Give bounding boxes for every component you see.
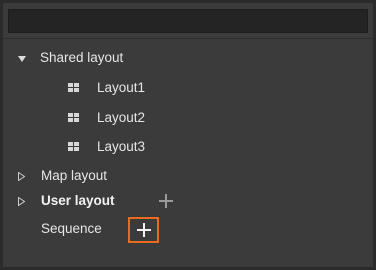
tree-item-map-layout[interactable]: Map layout — [41, 165, 107, 187]
tree-item-shared-layout[interactable]: Shared layout — [40, 47, 123, 69]
expanded-triangle-icon[interactable] — [18, 56, 26, 62]
tree-item-layout2[interactable]: Layout2 — [97, 107, 145, 129]
tree-item-layout3[interactable]: Layout3 — [97, 136, 145, 158]
collapsed-triangle-icon[interactable] — [18, 172, 25, 181]
add-user-layout-plus-icon[interactable] — [159, 194, 173, 208]
layout-grid-icon — [68, 83, 79, 92]
add-sequence-button[interactable] — [128, 217, 159, 243]
search-input[interactable] — [8, 9, 368, 33]
collapsed-triangle-icon[interactable] — [18, 197, 25, 206]
layout-grid-icon — [68, 113, 79, 122]
tree-item-user-layout[interactable]: User layout — [41, 190, 115, 212]
plus-icon — [137, 223, 151, 237]
divider — [2, 38, 374, 39]
tree-item-layout1[interactable]: Layout1 — [97, 77, 145, 99]
tree-item-sequence: Sequence — [41, 221, 102, 236]
layout-grid-icon — [68, 142, 79, 151]
